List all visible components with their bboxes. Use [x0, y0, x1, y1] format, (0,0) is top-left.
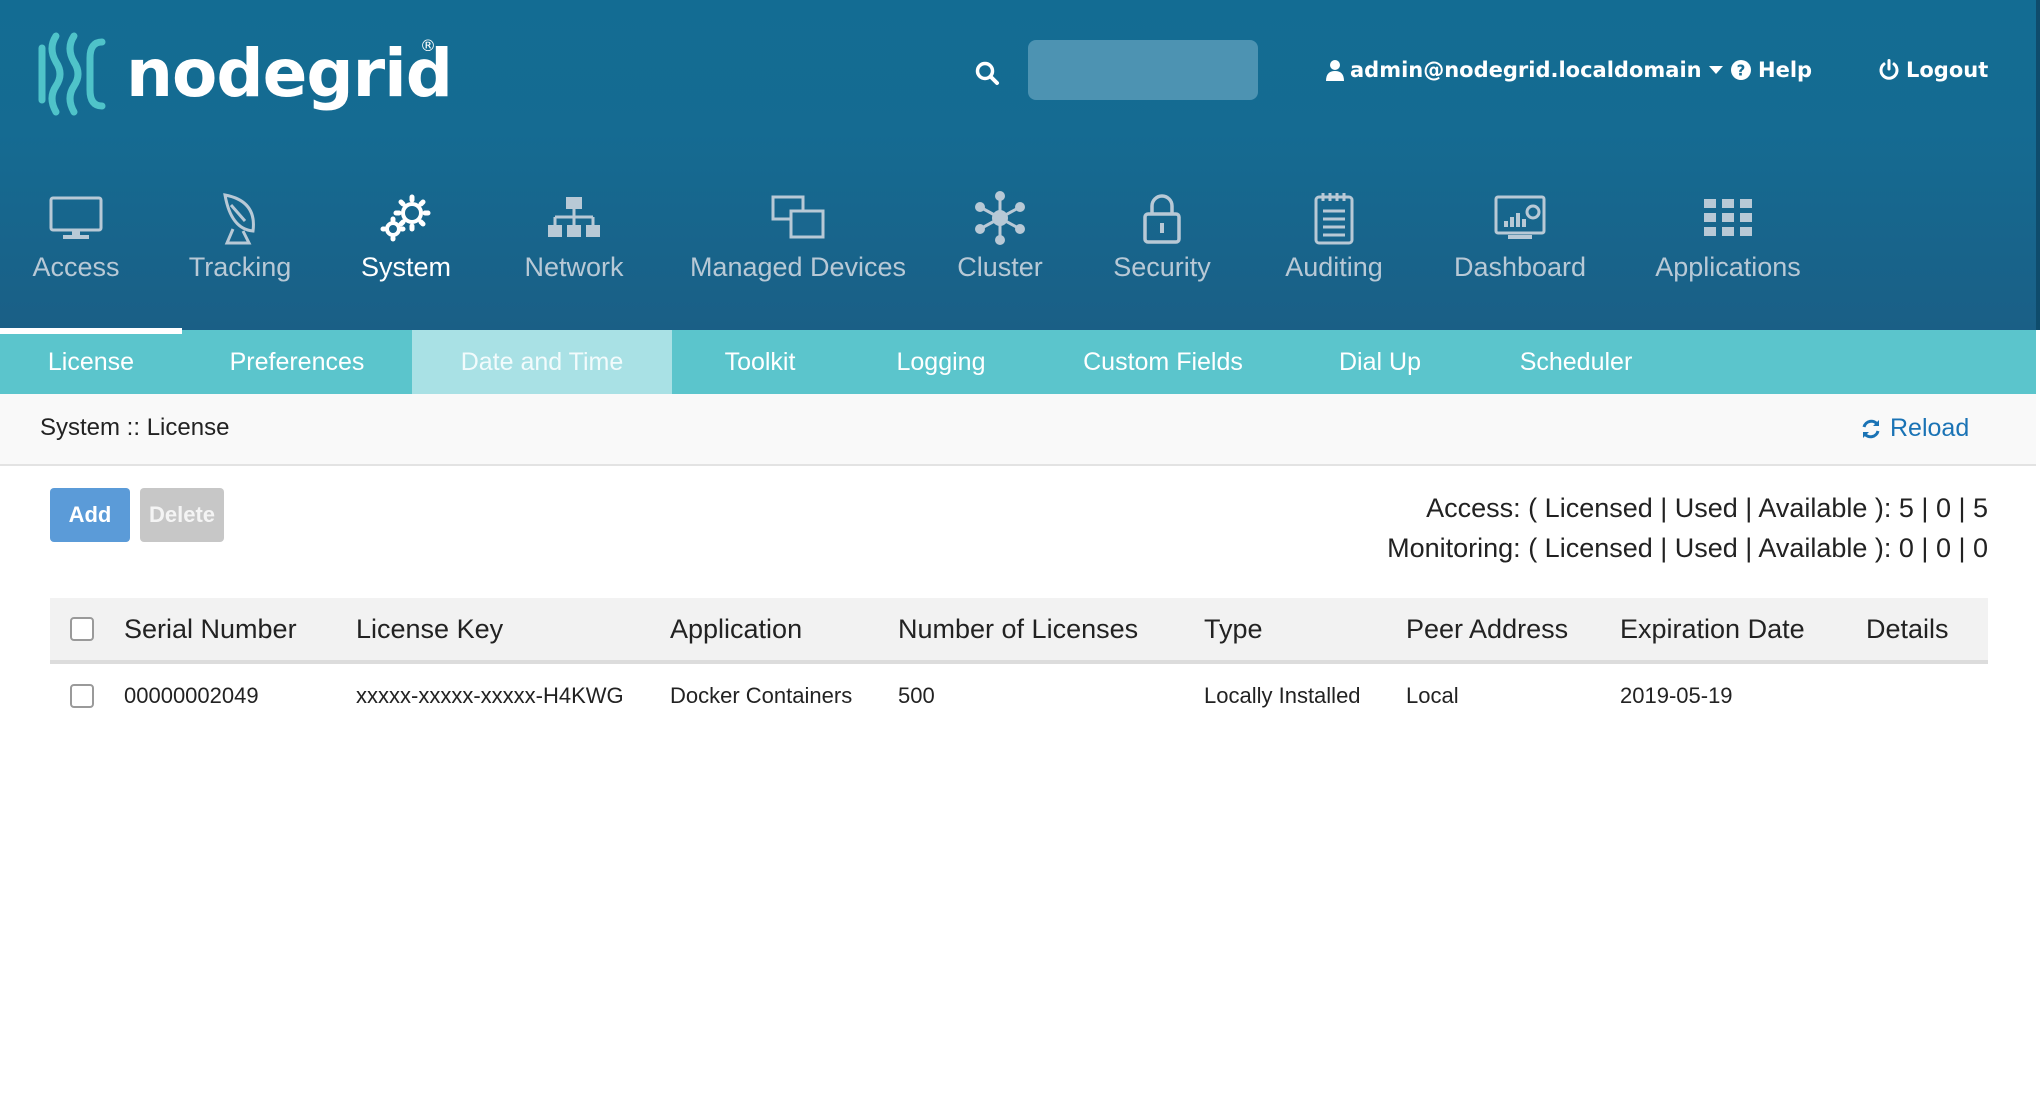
nav-applications[interactable]: Applications: [1655, 190, 1801, 283]
table-row[interactable]: 00000002049 xxxxx-xxxxx-xxxxx-H4KWG Dock…: [50, 664, 1988, 728]
satellite-dish-icon: [223, 193, 255, 245]
nav-access[interactable]: Access: [32, 190, 120, 283]
nav-label: Security: [1113, 252, 1211, 282]
power-icon: [1879, 59, 1899, 80]
nav-tracking[interactable]: Tracking: [184, 190, 296, 283]
svg-text:?: ?: [1737, 62, 1746, 80]
monitoring-license-count: Monitoring: ( Licensed | Used | Availabl…: [1387, 533, 1988, 563]
cell-peer-address: Local: [1406, 683, 1459, 708]
lock-icon: [1143, 194, 1181, 244]
main-nav: Access Tracking System Network Managed D…: [0, 190, 1860, 300]
license-table: Serial Number License Key Application Nu…: [50, 598, 1988, 728]
delete-button[interactable]: Delete: [140, 488, 224, 542]
breadcrumb: System :: License: [40, 414, 230, 441]
logout-link[interactable]: Logout: [1878, 58, 1988, 82]
search-icon[interactable]: [974, 60, 1000, 86]
cell-expiration-date: 2019-05-19: [1620, 683, 1733, 708]
nodegrid-logo[interactable]: nodegrid ®: [34, 28, 453, 120]
column-header-details[interactable]: Details: [1866, 598, 1949, 660]
search-input[interactable]: [1028, 40, 1258, 100]
help-label: Help: [1758, 58, 1813, 82]
nav-label: Tracking: [188, 252, 292, 282]
tab-logging[interactable]: Logging: [848, 330, 1034, 394]
tab-label: Date and Time: [460, 347, 624, 376]
tab-label: Dial Up: [1339, 347, 1421, 376]
tab-dial-up[interactable]: Dial Up: [1292, 330, 1468, 394]
tab-label: Scheduler: [1519, 347, 1633, 376]
add-button[interactable]: Add: [50, 488, 130, 542]
cell-serial-number[interactable]: 00000002049: [124, 664, 259, 728]
column-header-peer-address[interactable]: Peer Address: [1406, 598, 1568, 660]
brand-name: nodegrid: [126, 35, 453, 112]
column-header-type[interactable]: Type: [1204, 598, 1263, 660]
nav-dashboard[interactable]: Dashboard: [1453, 190, 1587, 283]
active-tab-indicator: [0, 328, 182, 334]
nav-auditing[interactable]: Auditing: [1284, 190, 1384, 283]
tab-scheduler[interactable]: Scheduler: [1468, 330, 1684, 394]
monitor-icon: [49, 196, 103, 239]
select-all-checkbox[interactable]: [70, 617, 94, 641]
cell-application: Docker Containers: [670, 683, 853, 708]
tab-label: Preferences: [229, 347, 365, 376]
column-header-number-of-licenses[interactable]: Number of Licenses: [898, 598, 1138, 660]
network-icon: [548, 197, 600, 237]
nav-network[interactable]: Network: [522, 190, 626, 283]
nav-label: Cluster: [957, 252, 1043, 282]
tab-label: Toolkit: [724, 347, 796, 376]
top-header: nodegrid ® admin@nodegrid.localdomain ? …: [0, 0, 2040, 330]
tab-preferences[interactable]: Preferences: [182, 330, 412, 394]
column-header-serial-number[interactable]: Serial Number: [124, 598, 297, 660]
tab-custom-fields[interactable]: Custom Fields: [1034, 330, 1292, 394]
user-label: admin@nodegrid.localdomain: [1350, 58, 1702, 82]
tab-license[interactable]: License: [0, 330, 182, 394]
reload-label: Reload: [1890, 414, 1970, 442]
column-header-expiration-date[interactable]: Expiration Date: [1620, 598, 1805, 660]
nav-label: Network: [524, 252, 624, 282]
column-header-license-key[interactable]: License Key: [356, 598, 503, 660]
grid-icon: [1704, 199, 1752, 236]
table-header: Serial Number License Key Application Nu…: [50, 598, 1988, 664]
nav-cluster[interactable]: Cluster: [957, 190, 1043, 283]
breadcrumb-bar: System :: License Reload: [0, 394, 2036, 466]
tab-date-and-time[interactable]: Date and Time: [412, 330, 672, 394]
notepad-icon: [1314, 193, 1354, 245]
caret-down-icon: [1708, 66, 1723, 74]
nav-label: Auditing: [1285, 252, 1383, 282]
gears-icon: [380, 194, 431, 242]
tab-label: License: [47, 347, 135, 376]
row-select-cell: [70, 664, 94, 728]
nav-label: Dashboard: [1453, 252, 1587, 282]
nav-system[interactable]: System: [360, 190, 452, 283]
question-circle-icon: ?: [1731, 60, 1751, 80]
nav-label: Managed Devices: [689, 252, 907, 282]
license-counts: Access: ( Licensed | Used | Available ):…: [1387, 488, 1988, 568]
tab-toolkit[interactable]: Toolkit: [672, 330, 848, 394]
user-menu[interactable]: admin@nodegrid.localdomain: [1326, 58, 1724, 82]
nav-label: Access: [32, 252, 120, 282]
cell-number-of-licenses: 500: [898, 683, 935, 708]
tab-label: Custom Fields: [1083, 347, 1243, 376]
nodegrid-logo-mark: [38, 32, 106, 116]
access-license-count: Access: ( Licensed | Used | Available ):…: [1426, 493, 1988, 523]
devices-icon: [771, 195, 825, 239]
dashboard-icon: [1494, 195, 1546, 239]
help-link[interactable]: ? Help: [1730, 58, 1812, 82]
cluster-icon: [975, 191, 1025, 245]
logout-label: Logout: [1906, 58, 1989, 82]
column-header-application[interactable]: Application: [670, 598, 802, 660]
reload-button[interactable]: Reload: [1860, 414, 1969, 443]
cell-license-key: xxxxx-xxxxx-xxxxx-H4KWG: [356, 683, 624, 708]
nav-managed-devices[interactable]: Managed Devices: [690, 190, 906, 283]
nav-security[interactable]: Security: [1113, 190, 1211, 283]
nav-label: System: [360, 252, 452, 282]
tab-label: Logging: [896, 347, 986, 376]
select-all-cell: [70, 598, 94, 660]
refresh-icon: [1862, 419, 1880, 438]
sub-nav: License Preferences Date and Time Toolki…: [0, 330, 2036, 394]
registered-mark: ®: [420, 36, 436, 55]
nav-label: Applications: [1655, 252, 1801, 282]
row-checkbox[interactable]: [70, 684, 94, 708]
user-icon: [1326, 60, 1344, 81]
cell-type: Locally Installed: [1204, 683, 1361, 708]
